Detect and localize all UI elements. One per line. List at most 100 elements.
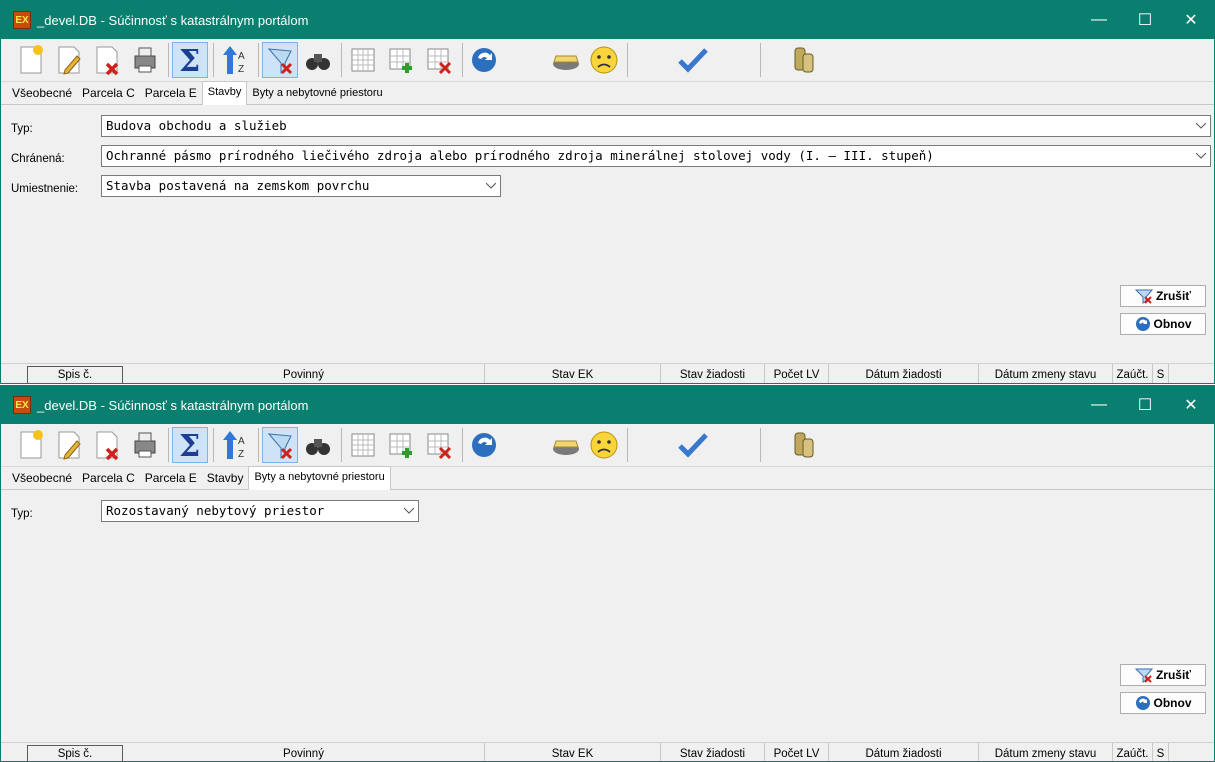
column-stav-ek[interactable]: Stav EK: [485, 743, 661, 761]
column-stav-ek[interactable]: Stav EK: [485, 364, 661, 383]
obnov-label: Obnov: [1153, 696, 1192, 710]
column-pocet-lv[interactable]: Počet LV: [765, 743, 829, 761]
title-bar[interactable]: EX _devel.DB - Súčinnosť s katastrálnym …: [1, 1, 1214, 39]
edit-icon[interactable]: [51, 427, 87, 463]
tab-parcela-c[interactable]: Parcela C: [77, 468, 140, 489]
checkmark-icon[interactable]: [675, 427, 711, 463]
typ-select[interactable]: Budova obchodu a služieb: [101, 115, 1211, 137]
toolbar-separator: [213, 428, 214, 462]
minimize-button[interactable]: —: [1076, 386, 1122, 424]
new-record-icon[interactable]: [13, 42, 49, 78]
toolbar-separator: [760, 43, 761, 77]
maximize-button[interactable]: ☐: [1122, 386, 1168, 424]
chranena-select[interactable]: Ochranné pásmo prírodného liečivého zdro…: [101, 145, 1211, 167]
sum-icon[interactable]: Σ: [172, 42, 208, 78]
print-icon[interactable]: [127, 427, 163, 463]
grid-icon[interactable]: [345, 42, 381, 78]
column-datum-ziadosti[interactable]: Dátum žiadosti: [829, 364, 979, 383]
grid-add-row-icon[interactable]: [383, 42, 419, 78]
close-button[interactable]: ✕: [1168, 1, 1214, 39]
coins-icon[interactable]: [786, 42, 822, 78]
sum-icon[interactable]: Σ: [172, 427, 208, 463]
clear-filter-icon[interactable]: [262, 42, 298, 78]
column-spis-c[interactable]: Spis č.: [27, 745, 123, 761]
obnov-button[interactable]: Obnov: [1120, 692, 1206, 714]
chevron-down-icon[interactable]: [485, 176, 497, 196]
column-zauct[interactable]: Zaúčt.: [1113, 743, 1153, 761]
column-pocet-lv[interactable]: Počet LV: [765, 364, 829, 383]
toolbar-separator: [627, 428, 628, 462]
tab-stavby[interactable]: Stavby: [202, 468, 249, 489]
soap-icon[interactable]: [548, 42, 584, 78]
column-stav-ziadosti[interactable]: Stav žiadosti: [661, 743, 765, 761]
column-datum-zmeny-stavu[interactable]: Dátum zmeny stavu: [979, 743, 1113, 761]
find-icon[interactable]: [300, 427, 336, 463]
toolbar-separator: [760, 428, 761, 462]
sad-face-icon[interactable]: [586, 427, 622, 463]
tab-byty[interactable]: Byty a nebytovné priestoru: [247, 83, 387, 104]
tab-vseobecne[interactable]: Všeobecné: [7, 468, 77, 489]
typ-label: Typ:: [11, 123, 33, 135]
grid-header: Spis č. Povinný Stav EK Stav žiadosti Po…: [1, 363, 1214, 383]
tab-strip: Všeobecné Parcela C Parcela E Stavby Byt…: [1, 466, 1214, 490]
soap-icon[interactable]: [548, 427, 584, 463]
svg-text:A: A: [238, 436, 245, 447]
grid-add-row-icon[interactable]: [383, 427, 419, 463]
column-datum-zmeny-stavu[interactable]: Dátum zmeny stavu: [979, 364, 1113, 383]
edit-icon[interactable]: [51, 42, 87, 78]
column-povinny[interactable]: Povinný: [123, 364, 485, 383]
close-button[interactable]: ✕: [1168, 386, 1214, 424]
grid-delete-row-icon[interactable]: [421, 42, 457, 78]
grid-delete-row-icon[interactable]: [421, 427, 457, 463]
chevron-down-icon[interactable]: [1195, 116, 1207, 136]
app-icon[interactable]: EX: [13, 11, 31, 29]
window-stavby: EX _devel.DB - Súčinnosť s katastrálnym …: [0, 0, 1215, 384]
column-s[interactable]: S: [1153, 743, 1169, 761]
refresh-icon[interactable]: [466, 427, 502, 463]
tab-parcela-e[interactable]: Parcela E: [140, 83, 202, 104]
toolbar-separator: [168, 43, 169, 77]
chevron-down-icon[interactable]: [403, 501, 415, 521]
column-datum-ziadosti[interactable]: Dátum žiadosti: [829, 743, 979, 761]
sort-az-icon[interactable]: AZ: [217, 42, 253, 78]
maximize-button[interactable]: ☐: [1122, 1, 1168, 39]
grid-icon[interactable]: [345, 427, 381, 463]
column-s[interactable]: S: [1153, 364, 1169, 383]
umiestnenie-select[interactable]: Stavba postavená na zemskom povrchu: [101, 175, 501, 197]
tab-stavby[interactable]: Stavby: [201, 81, 248, 105]
obnov-button[interactable]: Obnov: [1120, 313, 1206, 335]
sad-face-icon[interactable]: [586, 42, 622, 78]
title-bar[interactable]: EX _devel.DB - Súčinnosť s katastrálnym …: [1, 386, 1214, 424]
tab-parcela-e[interactable]: Parcela E: [140, 468, 202, 489]
toolbar-separator: [462, 43, 463, 77]
tab-parcela-c[interactable]: Parcela C: [77, 83, 140, 104]
zrusit-button[interactable]: Zrušiť: [1120, 285, 1206, 307]
new-record-icon[interactable]: [13, 427, 49, 463]
minimize-button[interactable]: —: [1076, 1, 1122, 39]
chevron-down-icon[interactable]: [1195, 146, 1207, 166]
tab-byty[interactable]: Byty a nebytovné priestoru: [248, 466, 391, 490]
clear-filter-icon[interactable]: [262, 427, 298, 463]
print-icon[interactable]: [127, 42, 163, 78]
umiestnenie-label: Umiestnenie:: [11, 183, 79, 195]
delete-icon[interactable]: [89, 42, 125, 78]
stavby-form: Typ: Budova obchodu a služieb Chránená: …: [1, 105, 1214, 363]
typ-select[interactable]: Rozostavaný nebytový priestor: [101, 500, 419, 522]
checkmark-icon[interactable]: [675, 42, 711, 78]
column-stav-ziadosti[interactable]: Stav žiadosti: [661, 364, 765, 383]
column-povinny[interactable]: Povinný: [123, 743, 485, 761]
window-title: _devel.DB - Súčinnosť s katastrálnym por…: [37, 12, 309, 28]
zrusit-button[interactable]: Zrušiť: [1120, 664, 1206, 686]
tab-vseobecne[interactable]: Všeobecné: [7, 83, 77, 104]
find-icon[interactable]: [300, 42, 336, 78]
refresh-icon[interactable]: [466, 42, 502, 78]
column-zauct[interactable]: Zaúčt.: [1113, 364, 1153, 383]
zrusit-label: Zrušiť: [1155, 289, 1192, 303]
svg-text:A: A: [238, 51, 245, 62]
column-spis-c[interactable]: Spis č.: [27, 366, 123, 383]
umiestnenie-value: Stavba postavená na zemskom povrchu: [106, 178, 370, 193]
delete-icon[interactable]: [89, 427, 125, 463]
app-icon[interactable]: EX: [13, 396, 31, 414]
coins-icon[interactable]: [786, 427, 822, 463]
sort-az-icon[interactable]: AZ: [217, 427, 253, 463]
